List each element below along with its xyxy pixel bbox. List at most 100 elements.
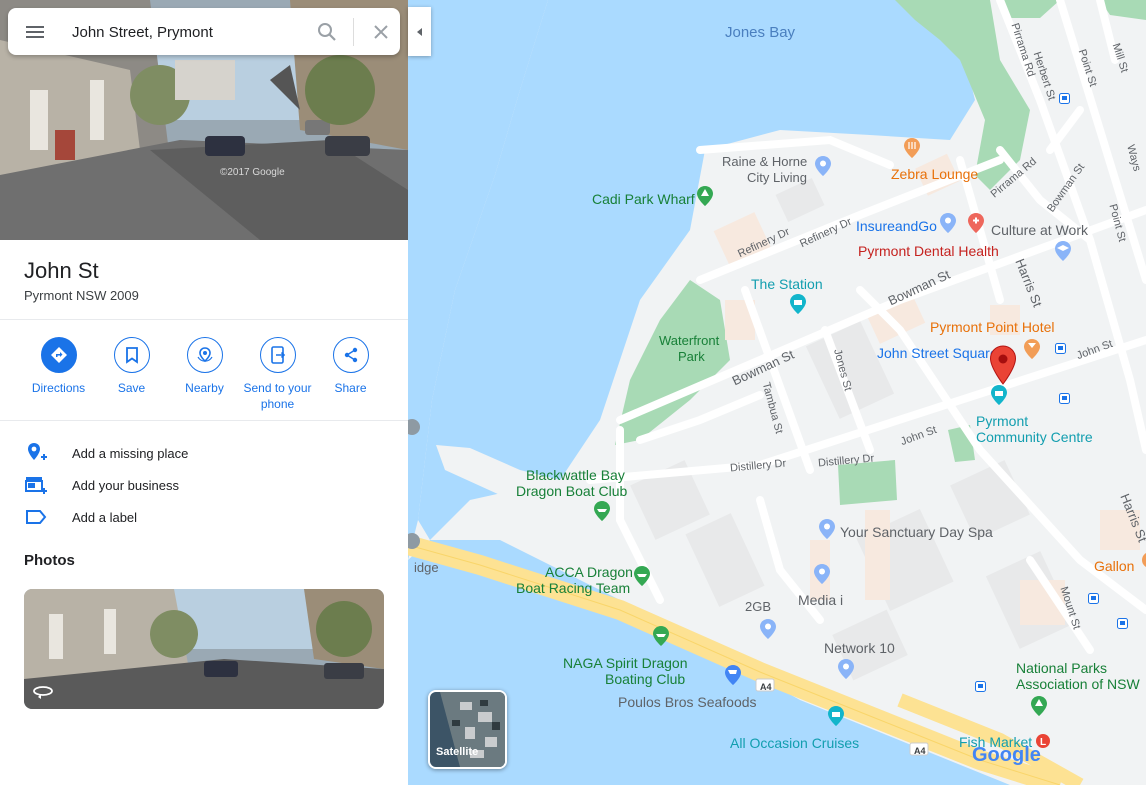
school-icon[interactable] (1054, 240, 1072, 262)
nearby-icon (196, 347, 213, 363)
park-pin-icon[interactable] (1030, 695, 1048, 717)
poi-label: Boat Racing Team (516, 580, 631, 596)
park-pin-icon[interactable] (408, 526, 422, 556)
boat-icon[interactable] (633, 565, 651, 587)
poi-label: Poulos Bros Seafoods (618, 694, 757, 710)
medical-icon[interactable] (967, 212, 985, 234)
poi-label: Dragon Boat Club (516, 483, 628, 499)
boat-icon[interactable] (652, 625, 670, 647)
divider (0, 319, 408, 320)
poi-label: Community Centre (976, 429, 1093, 445)
add-label-link[interactable]: Add a label (24, 505, 137, 529)
poi-label: Media i (798, 592, 844, 608)
directions-button[interactable]: Directions (22, 337, 95, 412)
poi-label: Pyrmont Dental Health (858, 243, 999, 259)
landmark-icon[interactable] (789, 293, 807, 315)
poi-label: Raine & Horne (722, 154, 808, 169)
satellite-label: Satellite (436, 746, 479, 758)
collapse-panel-button[interactable] (408, 7, 431, 56)
poi-label: InsureandGo (856, 218, 937, 234)
send-to-phone-icon (270, 346, 285, 364)
map-poi-pin-icon[interactable] (813, 563, 831, 585)
google-logo: Google (972, 744, 1041, 767)
place-address: Pyrmont NSW 2009 (24, 288, 139, 303)
photos-heading: Photos (24, 552, 75, 569)
poi-label: Association of NSW (1016, 676, 1140, 692)
add-business-icon (25, 477, 47, 494)
add-missing-place-label: Add a missing place (72, 445, 189, 461)
bridge-label: idge (414, 560, 439, 575)
bus-stop-icon[interactable] (1088, 593, 1099, 604)
highway-shield: A4 (760, 682, 772, 692)
poi-label: Your Sanctuary Day Spa (840, 524, 993, 540)
share-label: Share (334, 381, 367, 395)
map-canvas[interactable]: Pirrama Rd Herbert St Point St Mill St R… (408, 0, 1146, 785)
search-box (8, 8, 400, 55)
bus-stop-icon[interactable] (975, 681, 986, 692)
landmark-icon[interactable] (990, 384, 1008, 406)
menu-icon[interactable] (24, 22, 46, 42)
poi-label: John Street Square (877, 345, 998, 361)
map-poi-pin-icon[interactable] (814, 155, 832, 177)
bookmark-icon (125, 347, 138, 364)
park-label: Park (678, 349, 705, 364)
bus-stop-icon[interactable] (1059, 393, 1070, 404)
map-poi-pin-icon[interactable] (939, 212, 957, 234)
park-pin-icon[interactable] (696, 185, 714, 207)
shopping-cart-icon[interactable] (724, 664, 742, 686)
restaurant-icon[interactable] (903, 137, 921, 159)
park-pin-icon[interactable] (408, 412, 422, 442)
action-buttons: Directions Save Nearby Send to your phon… (22, 337, 387, 412)
poi-label: National Parks (1016, 660, 1108, 676)
add-business-label: Add your business (72, 477, 179, 493)
poi-label: Culture at Work (991, 222, 1088, 238)
landmark-icon[interactable] (827, 705, 845, 727)
map-poi-pin-icon[interactable] (759, 618, 777, 640)
nearby-label: Nearby (185, 381, 224, 395)
send-to-phone-button[interactable]: Send to your phone (241, 337, 314, 412)
place-panel: ©2017 Google John St Pyrmont NSW 2009 (0, 0, 408, 785)
poi-label: Boating Club (605, 671, 686, 687)
add-missing-place-link[interactable]: Add a missing place (24, 441, 188, 465)
poi-label: Pyrmont (976, 413, 1029, 429)
street-view-watermark: ©2017 Google (220, 167, 285, 178)
search-input[interactable] (72, 20, 292, 44)
highway-shield: A4 (914, 746, 926, 756)
map-poi-pin-icon[interactable] (837, 658, 855, 680)
bus-stop-icon[interactable] (1117, 618, 1128, 629)
nearby-button[interactable]: Nearby (168, 337, 241, 412)
search-icon[interactable] (315, 20, 339, 44)
share-icon (344, 347, 357, 363)
bar-icon[interactable] (1023, 338, 1041, 360)
share-button[interactable]: Share (314, 337, 387, 412)
360-view-icon (33, 686, 53, 699)
caret-left-icon (416, 27, 422, 36)
search-divider (353, 18, 354, 46)
bus-stop-icon[interactable] (1059, 93, 1070, 104)
poi-label: City Living (747, 170, 807, 185)
directions-icon (50, 347, 67, 363)
boat-icon[interactable] (593, 500, 611, 522)
water-label: Jones Bay (725, 24, 796, 41)
poi-label: Blackwattle Bay (526, 467, 625, 483)
bus-stop-icon[interactable] (1055, 343, 1066, 354)
satellite-toggle[interactable]: Satellite (428, 690, 507, 769)
place-title: John St (24, 258, 99, 283)
restaurant-icon[interactable] (1136, 545, 1146, 575)
divider (0, 420, 408, 421)
add-label-label: Add a label (72, 509, 138, 525)
directions-label: Directions (31, 381, 86, 395)
poi-label: NAGA Spirit Dragon (563, 655, 688, 671)
poi-label: The Station (751, 276, 823, 292)
add-business-link[interactable]: Add your business (24, 473, 179, 497)
poi-label: All Occasion Cruises (730, 735, 860, 751)
send-to-phone-label: Send to your phone (243, 381, 312, 411)
close-icon[interactable] (369, 20, 393, 44)
poi-label: Gallon (1094, 558, 1135, 574)
label-icon (26, 510, 47, 524)
poi-label: Cadi Park Wharf (592, 191, 695, 207)
selected-location-pin-icon[interactable] (989, 345, 1017, 385)
photo-thumbnail[interactable] (24, 589, 384, 709)
save-button[interactable]: Save (95, 337, 168, 412)
map-poi-pin-icon[interactable] (818, 518, 836, 540)
